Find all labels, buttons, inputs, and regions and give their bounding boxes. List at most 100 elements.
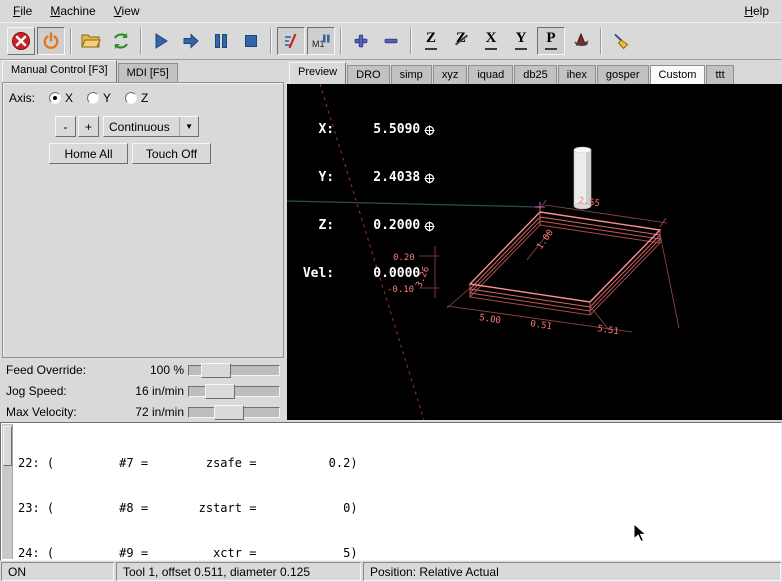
tab-iquad[interactable]: iquad	[468, 65, 513, 84]
jog-row: - + Continuous ▼	[55, 116, 199, 137]
view-front-button[interactable]: Y	[507, 27, 535, 55]
menu-machine[interactable]: Machine	[41, 1, 104, 21]
readout-vel: Vel: 0.0000	[295, 266, 420, 282]
max-velocity-row: Max Velocity: 72 in/min	[2, 402, 284, 423]
axis-radio-z[interactable]: Z	[125, 91, 148, 105]
stop-program-button[interactable]	[237, 27, 265, 55]
feed-override-value: 100 %	[150, 363, 184, 377]
max-velocity-thumb[interactable]	[214, 405, 244, 420]
feed-override-thumb[interactable]	[201, 363, 231, 378]
status-position-mode: Position: Relative Actual	[363, 562, 781, 581]
view-rotated-top-icon: Z	[453, 31, 469, 51]
pause-program-button[interactable]	[207, 27, 235, 55]
skip-lines-button[interactable]	[277, 27, 305, 55]
toolbar-separator	[410, 28, 412, 54]
tab-custom[interactable]: Custom	[650, 65, 706, 84]
preview-tabs: Preview DRO simp xyz iquad db25 ihex gos…	[289, 62, 735, 84]
homed-icon	[424, 173, 435, 184]
estop-icon	[11, 31, 31, 51]
radio-y-icon[interactable]	[87, 92, 99, 104]
tab-mdi[interactable]: MDI [F5]	[118, 63, 178, 82]
tab-ihex[interactable]: ihex	[558, 65, 596, 84]
status-machine-power: ON	[1, 562, 114, 581]
menubar: File Machine View Help	[0, 0, 782, 23]
tab-ttt[interactable]: ttt	[706, 65, 733, 84]
rotate-view-button[interactable]	[567, 27, 595, 55]
linuxcnc-axis-window: File Machine View Help	[0, 0, 782, 582]
menu-view[interactable]: View	[105, 1, 149, 21]
tab-manual-control[interactable]: Manual Control [F3]	[2, 60, 117, 82]
toolbar-separator	[600, 28, 602, 54]
menu-help[interactable]: Help	[735, 1, 778, 21]
dim-label: 5.51	[597, 324, 620, 337]
jog-minus-button[interactable]: -	[55, 116, 76, 137]
radio-x-icon[interactable]	[49, 92, 61, 104]
gcode-listing[interactable]: 22: ( #7 = zsafe = 0.2) 23: ( #8 = zstar…	[0, 422, 782, 561]
estop-button[interactable]	[7, 27, 35, 55]
open-folder-icon	[81, 32, 101, 50]
machine-power-button[interactable]	[37, 27, 65, 55]
view-front-icon: Y	[513, 31, 529, 51]
step-arrow-icon	[182, 32, 200, 50]
jog-mode-dropdown[interactable]: Continuous ▼	[103, 116, 199, 137]
view-perspective-button[interactable]: P	[537, 27, 565, 55]
max-velocity-label: Max Velocity:	[6, 405, 77, 419]
zoom-out-icon	[383, 33, 399, 49]
status-bar: ON Tool 1, offset 0.511, diameter 0.125 …	[0, 561, 782, 582]
open-file-button[interactable]	[77, 27, 105, 55]
rotate-view-icon	[572, 32, 590, 50]
menu-file[interactable]: File	[4, 1, 41, 21]
home-all-button[interactable]: Home All	[49, 143, 128, 164]
axis-radio-y[interactable]: Y	[87, 91, 111, 105]
zoom-out-button[interactable]	[377, 27, 405, 55]
max-velocity-slider[interactable]	[188, 407, 280, 418]
power-icon	[42, 32, 60, 50]
reload-file-button[interactable]	[107, 27, 135, 55]
tab-xyz[interactable]: xyz	[433, 65, 468, 84]
dim-label: 1.00	[535, 228, 556, 252]
step-line-button[interactable]	[177, 27, 205, 55]
touch-off-button[interactable]: Touch Off	[132, 143, 211, 164]
axis-label: Axis:	[9, 91, 35, 105]
pause-icon	[212, 32, 230, 50]
tab-simp[interactable]: simp	[391, 65, 432, 84]
tab-gosper[interactable]: gosper	[597, 65, 649, 84]
optional-pause-icon: M1	[311, 32, 331, 50]
gcode-scrollbar-thumb[interactable]	[3, 426, 12, 466]
radio-z-icon[interactable]	[125, 92, 137, 104]
run-program-button[interactable]	[147, 27, 175, 55]
run-icon	[152, 32, 170, 50]
manual-control-panel: Manual Control [F3] MDI [F5] Axis: X Y Z	[0, 60, 286, 422]
tab-db25[interactable]: db25	[514, 65, 556, 84]
dim-label: 0.51	[530, 319, 553, 332]
view-rotated-top-button[interactable]: Z	[447, 27, 475, 55]
skip-lines-icon	[282, 32, 300, 50]
clear-plot-button[interactable]	[607, 27, 635, 55]
status-tool-info: Tool 1, offset 0.511, diameter 0.125	[116, 562, 361, 581]
jog-speed-row: Jog Speed: 16 in/min	[2, 381, 284, 402]
jog-speed-thumb[interactable]	[205, 384, 235, 399]
preview-canvas[interactable]: 2.55 1.00 0.20 3.26 -0.10 5.00 0.51 5.51…	[287, 84, 782, 420]
zoom-in-button[interactable]	[347, 27, 375, 55]
toolbar-separator	[140, 28, 142, 54]
jog-speed-slider[interactable]	[188, 386, 280, 397]
optional-pause-button[interactable]: M1	[307, 27, 335, 55]
view-top-icon: Z	[423, 31, 439, 51]
view-side-button[interactable]: X	[477, 27, 505, 55]
jog-plus-button[interactable]: +	[78, 116, 99, 137]
mouse-cursor-icon	[633, 523, 647, 543]
readout-z: Z: 0.2000	[295, 218, 420, 234]
manual-control-frame: Axis: X Y Z - + Continuous	[2, 82, 284, 358]
tab-preview[interactable]: Preview	[289, 62, 346, 84]
gcode-line: 23: ( #8 = zstart = 0)	[18, 501, 451, 516]
max-velocity-value: 72 in/min	[135, 405, 184, 419]
position-readout: X: 5.5090 Y: 2.4038 Z: 0.2000 Vel: 0.000…	[295, 90, 435, 314]
gcode-scrollbar[interactable]	[2, 424, 13, 559]
homed-icon	[424, 125, 435, 136]
view-top-button[interactable]: Z	[417, 27, 445, 55]
axis-radio-x[interactable]: X	[49, 91, 73, 105]
tab-dro[interactable]: DRO	[347, 65, 389, 84]
reload-icon	[111, 31, 131, 51]
feed-override-slider[interactable]	[188, 365, 280, 376]
chevron-down-icon: ▼	[179, 117, 193, 136]
